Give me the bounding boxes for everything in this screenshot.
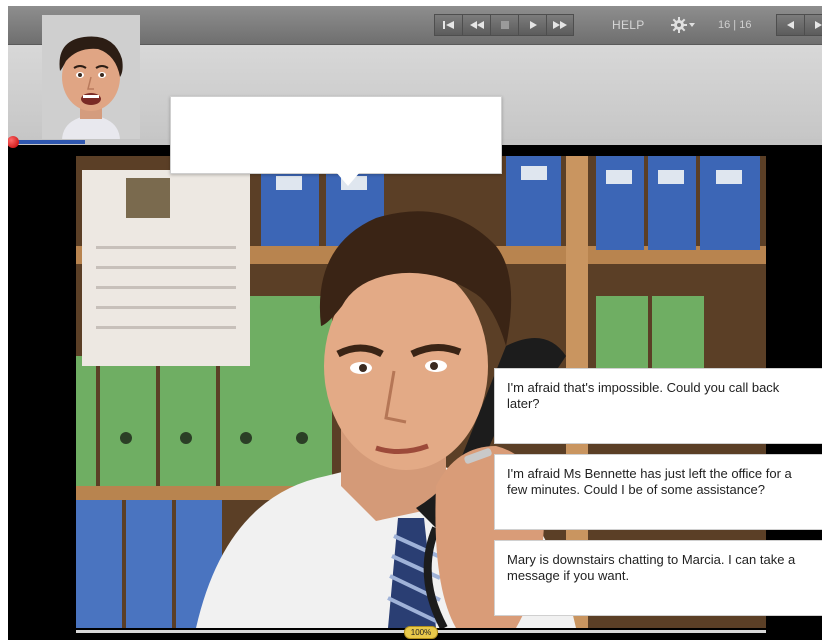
rewind-icon <box>469 21 484 29</box>
next-button[interactable] <box>804 14 822 36</box>
chevron-down-icon <box>689 23 695 27</box>
next-icon <box>815 21 822 29</box>
stop-button[interactable] <box>490 14 518 36</box>
speech-bubble <box>170 96 502 174</box>
progress-handle[interactable] <box>8 136 19 148</box>
page-counter: 16 | 16 <box>718 19 752 31</box>
gear-icon <box>671 17 695 33</box>
previous-button[interactable] <box>776 14 804 36</box>
fast-forward-button[interactable] <box>546 14 574 36</box>
zoom-level-badge[interactable]: 100% <box>404 626 438 639</box>
avatar <box>42 15 140 141</box>
avatar-face-image <box>42 15 140 141</box>
progress-fill <box>8 140 86 144</box>
help-link[interactable]: HELP <box>612 18 645 32</box>
previous-icon <box>786 21 794 29</box>
answer-option-2[interactable]: I'm afraid Ms Bennette has just left the… <box>494 454 822 530</box>
slide-nav <box>776 14 822 36</box>
settings-button[interactable] <box>670 15 696 35</box>
stop-icon <box>500 21 509 29</box>
fast-forward-icon <box>553 21 567 29</box>
playback-controls <box>434 14 574 36</box>
app-window: HELP 16 | 16 I'm afraid that's impossibl… <box>8 6 822 640</box>
answer-option-1[interactable]: I'm afraid that's impossible. Could you … <box>494 368 822 444</box>
rewind-button[interactable] <box>462 14 490 36</box>
play-button[interactable] <box>518 14 546 36</box>
first-slide-icon <box>442 21 454 29</box>
speech-bubble-tail <box>336 172 360 186</box>
answer-option-3[interactable]: Mary is downstairs chatting to Marcia. I… <box>494 540 822 616</box>
play-icon <box>529 21 537 29</box>
first-slide-button[interactable] <box>434 14 462 36</box>
